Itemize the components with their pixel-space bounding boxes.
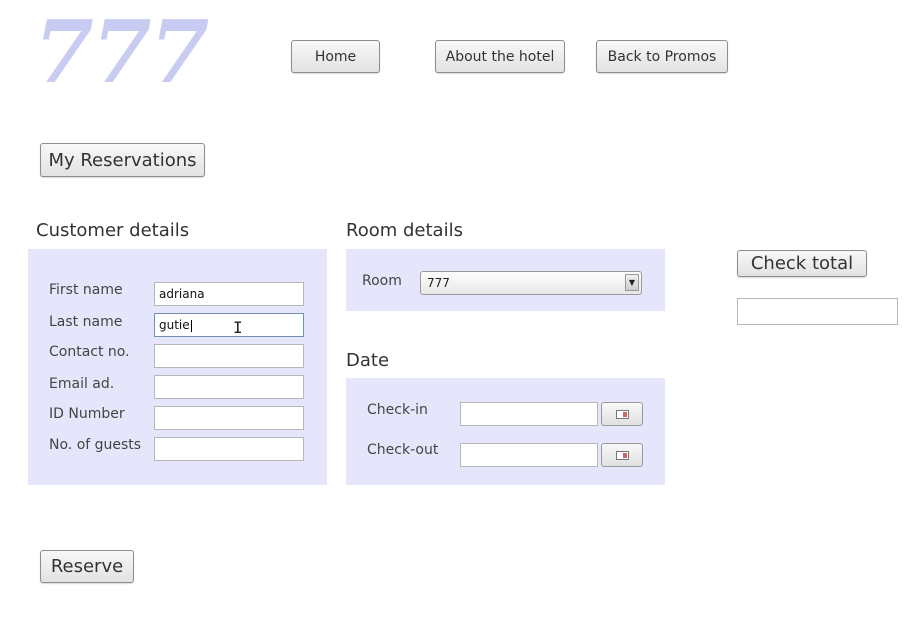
id-number-label: ID Number: [49, 406, 125, 422]
email-input[interactable]: [154, 375, 304, 399]
total-output: [737, 298, 898, 325]
date-panel: Check-in Check-out: [346, 378, 665, 485]
checkout-input[interactable]: [460, 443, 598, 467]
guests-input[interactable]: [154, 437, 304, 461]
about-hotel-button[interactable]: About the hotel: [435, 40, 565, 73]
text-cursor-icon: I: [233, 318, 243, 337]
customer-details-title: Customer details: [36, 220, 190, 241]
checkin-input[interactable]: [460, 402, 598, 426]
checkin-calendar-button[interactable]: [601, 402, 643, 426]
checkout-calendar-button[interactable]: [601, 443, 643, 467]
checkout-label: Check-out: [367, 442, 439, 458]
room-label: Room: [362, 273, 402, 289]
email-label: Email ad.: [49, 376, 115, 392]
guests-label: No. of guests: [49, 437, 142, 453]
room-selected-value: 777: [427, 276, 450, 290]
first-name-label: First name: [49, 282, 123, 298]
text-caret: [190, 319, 192, 332]
customer-details-panel: First name adriana Last name gutie Conta…: [28, 249, 327, 485]
checkin-label: Check-in: [367, 402, 428, 418]
hotel-logo: 777: [34, 2, 210, 103]
home-button[interactable]: Home: [291, 40, 380, 73]
calendar-icon: [615, 409, 629, 419]
room-details-panel: Room 777 ▼: [346, 249, 665, 311]
date-title: Date: [346, 350, 390, 371]
room-details-title: Room details: [346, 220, 463, 241]
reserve-button[interactable]: Reserve: [40, 550, 134, 583]
last-name-input[interactable]: gutie: [154, 313, 304, 337]
calendar-icon: [615, 450, 629, 460]
room-select[interactable]: 777 ▼: [420, 271, 642, 295]
my-reservations-button[interactable]: My Reservations: [40, 143, 205, 177]
back-to-promos-button[interactable]: Back to Promos: [596, 40, 728, 73]
contact-no-input[interactable]: [154, 344, 304, 368]
last-name-value: gutie: [159, 318, 190, 332]
first-name-input[interactable]: adriana: [154, 282, 304, 306]
chevron-down-icon[interactable]: ▼: [625, 274, 639, 291]
last-name-label: Last name: [49, 314, 123, 330]
contact-no-label: Contact no.: [49, 344, 130, 360]
check-total-button[interactable]: Check total: [737, 250, 867, 277]
id-number-input[interactable]: [154, 406, 304, 430]
